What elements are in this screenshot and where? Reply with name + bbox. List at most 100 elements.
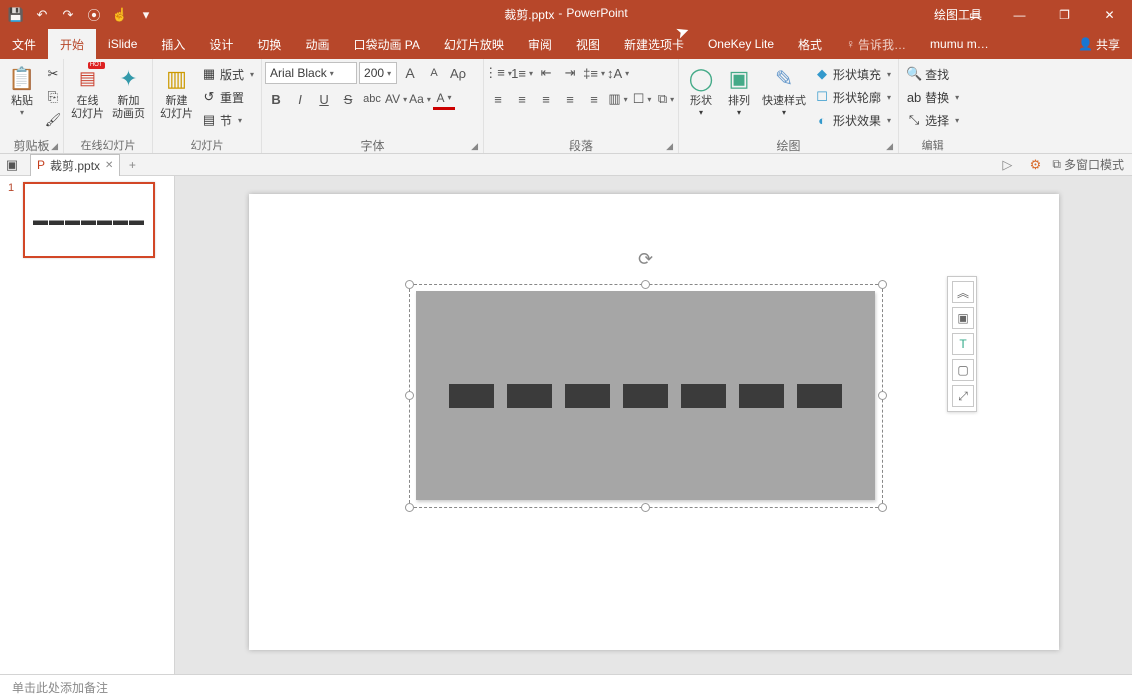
tab-review[interactable]: 审阅 [516,29,564,59]
tab-format[interactable]: 格式 [786,29,834,59]
tab-view[interactable]: 视图 [564,29,612,59]
align-right-button[interactable]: ≡ [535,88,557,110]
columns-button[interactable]: ▥▾ [607,88,629,110]
minimize-button[interactable]: — [997,0,1042,29]
resize-handle-e[interactable] [878,391,887,400]
grow-font-button[interactable]: A [399,62,421,84]
account-label[interactable]: mumu m… [918,29,1001,59]
bullets-button[interactable]: ⋮≡▾ [487,62,509,84]
slide-canvas[interactable]: ⟳ [249,194,1059,650]
text-direction-button[interactable]: ↕A▾ [607,62,629,84]
new-document-tab[interactable]: + [122,155,142,175]
shape-effects-button[interactable]: ◐形状效果▾ [810,109,895,131]
settings-gear-icon[interactable]: ⚙ [1024,154,1046,176]
tab-home[interactable]: 开始 [48,29,96,59]
tell-me-input[interactable]: ♀ 告诉我… [834,29,918,59]
increase-indent-button[interactable]: ⇥ [559,62,581,84]
resize-handle-s[interactable] [641,503,650,512]
find-button[interactable]: 🔍查找 [902,63,963,85]
clear-formatting-button[interactable]: Aρ [447,62,469,84]
smartart-button[interactable]: ⧉▾ [655,88,677,110]
tab-onekey[interactable]: OneKey Lite [696,29,786,59]
paste-button[interactable]: 📋 粘贴 ▾ [3,61,41,120]
rotation-handle-icon[interactable]: ⟳ [638,249,653,270]
undo-button[interactable]: ↶ [30,3,54,27]
copy-button[interactable]: ⎘ [41,86,65,108]
numbering-button[interactable]: 1≡▾ [511,62,533,84]
dialog-launcher-icon[interactable]: ◢ [666,141,673,152]
qat-customize-button[interactable]: ▾ [134,3,158,27]
dialog-launcher-icon[interactable]: ◢ [886,141,893,152]
tab-insert[interactable]: 插入 [149,29,197,59]
layout-button[interactable]: ▦版式▾ [197,63,258,85]
float-layer-button[interactable]: ▢ [952,359,974,381]
shapes-button[interactable]: ◯ 形状▾ [682,61,720,120]
ribbon-display-options[interactable]: ▭ [952,0,997,29]
italic-button[interactable]: I [289,88,311,110]
cut-button[interactable]: ✂ [41,63,65,85]
shape-outline-button[interactable]: ☐形状轮廓▾ [810,86,895,108]
distribute-button[interactable]: ≡ [583,88,605,110]
tab-pocket-animation[interactable]: 口袋动画 PA [341,29,431,59]
float-collapse-button[interactable]: ︽ [952,281,974,303]
tab-design[interactable]: 设计 [197,29,245,59]
shrink-font-button[interactable]: A [423,62,445,84]
new-animation-page-button[interactable]: ✦ 新加 动画页 [108,61,149,123]
touch-mode-button[interactable]: ☝ [108,3,132,27]
float-text-button[interactable]: T [952,333,974,355]
close-button[interactable]: ✕ [1087,0,1132,29]
select-button[interactable]: ⤡选择▾ [902,109,963,131]
close-tab-icon[interactable]: ✕ [105,160,113,171]
resize-handle-ne[interactable] [878,280,887,289]
char-spacing-button[interactable]: AV▾ [385,88,407,110]
restore-button[interactable]: ❐ [1042,0,1087,29]
format-painter-button[interactable]: 🖌 [41,109,65,131]
slide-thumbnail[interactable]: ▬▬▬▬▬▬▬ [23,182,155,258]
float-align-button[interactable]: ▣ [952,307,974,329]
font-name-combo[interactable]: Arial Black▾ [265,62,357,84]
tab-transitions[interactable]: 切换 [245,29,293,59]
font-size-combo[interactable]: 200▾ [359,62,397,84]
save-button[interactable]: 💾 [4,3,28,27]
bold-button[interactable]: B [265,88,287,110]
replace-button[interactable]: ab替换▾ [902,86,963,108]
shape-fill-button[interactable]: ◆形状填充▾ [810,63,895,85]
font-color-button[interactable]: A▾ [433,88,455,110]
resize-handle-w[interactable] [405,391,414,400]
tab-slideshow[interactable]: 幻灯片放映 [432,29,516,59]
resize-handle-nw[interactable] [405,280,414,289]
start-from-beginning-button[interactable]: ⦿ [82,3,106,27]
align-center-button[interactable]: ≡ [511,88,533,110]
tab-islide[interactable]: iSlide [96,29,149,59]
dialog-launcher-icon[interactable]: ◢ [51,141,58,152]
line-spacing-button[interactable]: ‡≡▾ [583,62,605,84]
display-mode-button[interactable]: ▣ [0,154,24,176]
multi-window-mode-button[interactable]: ⧉ 多窗口模式 [1052,156,1124,173]
dialog-launcher-icon[interactable]: ◢ [471,141,478,152]
slide-editor[interactable]: ⟳ ︽ ▣ T ▢ ⤢ [175,176,1132,674]
tab-file[interactable]: 文件 [0,29,48,59]
align-left-button[interactable]: ≡ [487,88,509,110]
notes-pane[interactable]: 单击此处添加备注 [0,674,1132,699]
section-button[interactable]: ▤节▾ [197,109,258,131]
tab-animations[interactable]: 动画 [293,29,341,59]
float-resize-button[interactable]: ⤢ [952,385,974,407]
reset-button[interactable]: ↺重置 [197,86,258,108]
underline-button[interactable]: U [313,88,335,110]
resize-handle-se[interactable] [878,503,887,512]
document-tab[interactable]: P 裁剪.pptx ✕ [30,154,120,176]
decrease-indent-button[interactable]: ⇤ [535,62,557,84]
resize-handle-n[interactable] [641,280,650,289]
share-button[interactable]: 👤 共享 [1066,29,1132,59]
tab-newtab[interactable]: 新建选项卡 [612,29,696,59]
arrange-button[interactable]: ▣ 排列▾ [720,61,758,120]
online-slides-button[interactable]: ▤HOT 在线 幻灯片 [67,61,108,123]
play-icon[interactable]: ▷ [996,154,1018,176]
text-shadow-button[interactable]: abc [361,88,383,110]
slide-thumbnail-panel[interactable]: 1 ▬▬▬▬▬▬▬ [0,176,175,674]
strike-button[interactable]: S [337,88,359,110]
align-text-button[interactable]: ☐▾ [631,88,653,110]
quick-styles-button[interactable]: ✎ 快速样式▾ [758,61,810,120]
justify-button[interactable]: ≡ [559,88,581,110]
resize-handle-sw[interactable] [405,503,414,512]
